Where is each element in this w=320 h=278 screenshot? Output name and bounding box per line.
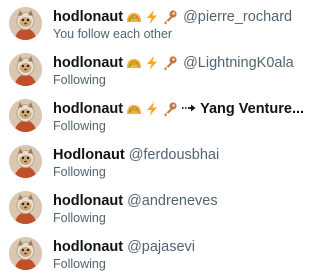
user-name[interactable]: Hodlonaut xyxy=(53,146,125,164)
user-handle[interactable]: @pierre_rochard xyxy=(183,8,292,26)
taco-emoji xyxy=(125,55,143,71)
user-row[interactable]: hodlonaut @pierre_rochard You follow eac… xyxy=(0,4,306,48)
name-emojis xyxy=(125,100,197,118)
lightning-emoji xyxy=(143,101,161,117)
name-emojis xyxy=(125,55,179,71)
follow-status: Following xyxy=(53,119,106,133)
key-emoji xyxy=(161,101,179,117)
user-row[interactable]: hodlonaut @andreneves Following xyxy=(0,188,306,232)
user-handle[interactable]: @ferdousbhai xyxy=(129,146,220,164)
user-row[interactable]: Hodlonaut @ferdousbhai Following xyxy=(0,142,306,186)
user-handle[interactable]: @andreneves xyxy=(127,192,218,210)
follow-status: You follow each other xyxy=(53,27,173,41)
name-emojis xyxy=(125,9,179,25)
user-name[interactable]: hodlonaut xyxy=(53,100,123,118)
name-extra: Yang Venture... xyxy=(200,101,305,117)
avatar[interactable] xyxy=(9,99,42,132)
avatar[interactable] xyxy=(9,145,42,178)
user-row[interactable]: hodlonaut @LightningK0ala Following xyxy=(0,50,306,94)
user-name[interactable]: hodlonaut xyxy=(53,238,123,256)
lightning-emoji xyxy=(143,9,161,25)
follow-status: Following xyxy=(53,257,106,271)
user-name[interactable]: hodlonaut xyxy=(53,8,123,26)
follow-status: Following xyxy=(53,73,106,87)
user-name[interactable]: hodlonaut xyxy=(53,192,123,210)
avatar[interactable] xyxy=(9,7,42,40)
taco-emoji xyxy=(125,101,143,117)
taco-emoji xyxy=(125,9,143,25)
key-emoji xyxy=(161,55,179,71)
follow-status: Following xyxy=(53,165,106,179)
key-emoji xyxy=(161,9,179,25)
follow-status: Following xyxy=(53,211,106,225)
avatar[interactable] xyxy=(9,237,42,270)
user-handle[interactable]: @LightningK0ala xyxy=(183,54,294,72)
user-name[interactable]: hodlonaut xyxy=(53,54,123,72)
following-list: hodlonaut @pierre_rochard You follow eac… xyxy=(0,0,306,278)
user-row[interactable]: hodlonaut Yang Venture... Following xyxy=(0,96,306,140)
user-row[interactable]: hodlonaut @pajasevi Following xyxy=(0,234,306,278)
lightning-emoji xyxy=(143,55,161,71)
avatar[interactable] xyxy=(9,53,42,86)
avatar[interactable] xyxy=(9,191,42,224)
arrow-icon xyxy=(181,100,197,118)
user-handle[interactable]: @pajasevi xyxy=(127,238,195,256)
